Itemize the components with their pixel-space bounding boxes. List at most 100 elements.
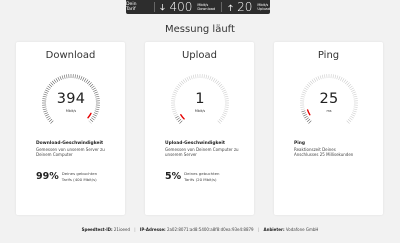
- gauge-tick: [347, 119, 352, 123]
- speedtest-id-label: Speedtest-ID:: [81, 227, 113, 232]
- gauge-tick: [353, 106, 358, 108]
- gauge-tick: [93, 114, 97, 117]
- tariff-upload-value: 20: [237, 0, 253, 14]
- tariff-divider: [221, 2, 223, 12]
- upload-arrow-icon: [228, 4, 233, 11]
- gauge-tick: [47, 85, 51, 89]
- gauge-tick: [59, 76, 62, 81]
- gauge-tick: [346, 82, 350, 86]
- gauge-tick: [47, 117, 51, 121]
- gauge-tick: [220, 85, 224, 89]
- gauge-tick: [88, 120, 92, 124]
- tariff-divider: [153, 2, 155, 12]
- card-title: Upload: [181, 50, 218, 61]
- gauge-tick: [46, 87, 50, 91]
- gauge-tick: [53, 79, 57, 83]
- gauge-tick: [308, 82, 312, 86]
- gauge-tick: [184, 78, 188, 82]
- percentage-text: Deines gebuchten Tarifs (400 Mbit/s): [61, 171, 98, 182]
- tariff-percentage: 99% Deines gebuchten Tarifs (400 Mbit/s): [36, 171, 108, 182]
- gauge-tick: [45, 114, 49, 117]
- gauge-tick: [216, 80, 220, 85]
- percentage-text: Deines gebuchten Tarifs (20 Mbit/s): [184, 171, 220, 182]
- gauge-tick: [305, 85, 309, 89]
- gauge-tick: [203, 74, 205, 79]
- gauge-tick: [186, 77, 189, 81]
- download-card: Download 394 Mbit/s Download-Geschwindig…: [16, 42, 125, 215]
- tariff-download-units: Mbit/s Download: [197, 3, 215, 11]
- gauge-tick: [305, 117, 309, 121]
- gauge-progress-marker: [87, 112, 92, 119]
- upload-gauge: 1 Mbit/s: [169, 72, 231, 134]
- gauge-tick: [218, 119, 223, 123]
- gauge-tick: [321, 74, 324, 79]
- gauge-tick: [217, 120, 221, 124]
- tariff-download-label: Download: [197, 7, 216, 11]
- card-title: Ping: [317, 50, 340, 61]
- gauge-tick: [87, 80, 91, 85]
- page-title: Messung läuft: [165, 24, 235, 35]
- gauge-tick: [177, 83, 182, 87]
- gauge-tick: [91, 85, 95, 89]
- ip-address-label: IP-Adresse:: [139, 227, 166, 232]
- gauge-value: 25: [319, 91, 339, 107]
- gauge-tick: [89, 119, 94, 123]
- gauge-tick: [304, 115, 308, 119]
- percentage-value: 5%: [165, 171, 182, 182]
- percentage-value: 99%: [36, 171, 59, 182]
- description-text: Reaktionszeit Deines Anschlusses 25 Mill…: [294, 147, 354, 158]
- gauge-tick: [83, 78, 87, 82]
- gauge-tick: [190, 75, 193, 80]
- description-title: Upload-Geschwindigkeit: [165, 141, 225, 146]
- gauge-tick: [341, 78, 345, 82]
- gauge-tick: [350, 115, 354, 119]
- ping-card: Ping 25 ms Ping Reaktionszeit Deines Ans…: [274, 42, 383, 215]
- provider-value: Vodafone GmbH: [285, 227, 319, 232]
- footer-divider: |: [257, 227, 260, 232]
- gauge-tick: [92, 87, 96, 91]
- gauge-tick: [211, 77, 214, 81]
- gauge-tick: [57, 77, 60, 81]
- gauge-tick: [91, 117, 95, 121]
- gauge-tick: [66, 74, 68, 79]
- gauge-tick: [303, 114, 307, 117]
- gauge-tick: [61, 75, 64, 80]
- tariff-upload-label: Upload: [257, 7, 270, 11]
- gauge-tick: [63, 74, 66, 79]
- gauge-tick: [222, 114, 226, 117]
- gauge-tick: [214, 79, 218, 83]
- gauge-tick: [218, 83, 223, 87]
- gauge-tick: [85, 79, 89, 83]
- gauge-tick: [221, 87, 225, 91]
- ping-gauge: 25 ms: [298, 72, 360, 134]
- gauge-tick: [205, 74, 208, 79]
- gauge-tick: [179, 120, 183, 124]
- gauge-tick: [311, 79, 315, 83]
- gauge-tick: [317, 76, 320, 81]
- gauge-progress-marker: [180, 114, 185, 120]
- ip-address-value: 2a02:8071:ad8:5400:a8f8:d0ea:93e4:8879: [166, 227, 254, 232]
- gauge-tick: [92, 115, 96, 119]
- gauge-tick: [42, 106, 47, 108]
- gauge-value: 394: [56, 91, 86, 107]
- gauge-tick: [188, 76, 191, 81]
- description-title: Ping: [294, 141, 305, 146]
- gauge-tick: [300, 106, 305, 108]
- gauge-tick: [349, 85, 353, 89]
- gauge-tick: [50, 120, 54, 124]
- gauge-tick: [48, 119, 53, 123]
- gauge-tick: [74, 74, 76, 79]
- footer-info: Speedtest-ID: 21ioeed | IP-Adresse: 2a02…: [0, 227, 400, 232]
- gauge-tick: [209, 76, 212, 81]
- description-text: Gemessen von unserem Server zu Deinem Co…: [36, 147, 105, 158]
- gauge-unit: Mbit/s: [65, 109, 77, 113]
- tariff-bar: Dein Tarif 400 Mbit/s Download 20 Mbit/s…: [126, 0, 270, 14]
- gauge-tick: [336, 75, 339, 80]
- gauge-tick: [177, 119, 182, 123]
- provider-label: Anbieter:: [263, 227, 285, 232]
- gauge-tick: [50, 82, 54, 86]
- footer-divider: |: [134, 227, 136, 232]
- gauge-tick: [182, 79, 186, 83]
- download-arrow-icon: [160, 3, 166, 11]
- gauge-tick: [176, 117, 180, 121]
